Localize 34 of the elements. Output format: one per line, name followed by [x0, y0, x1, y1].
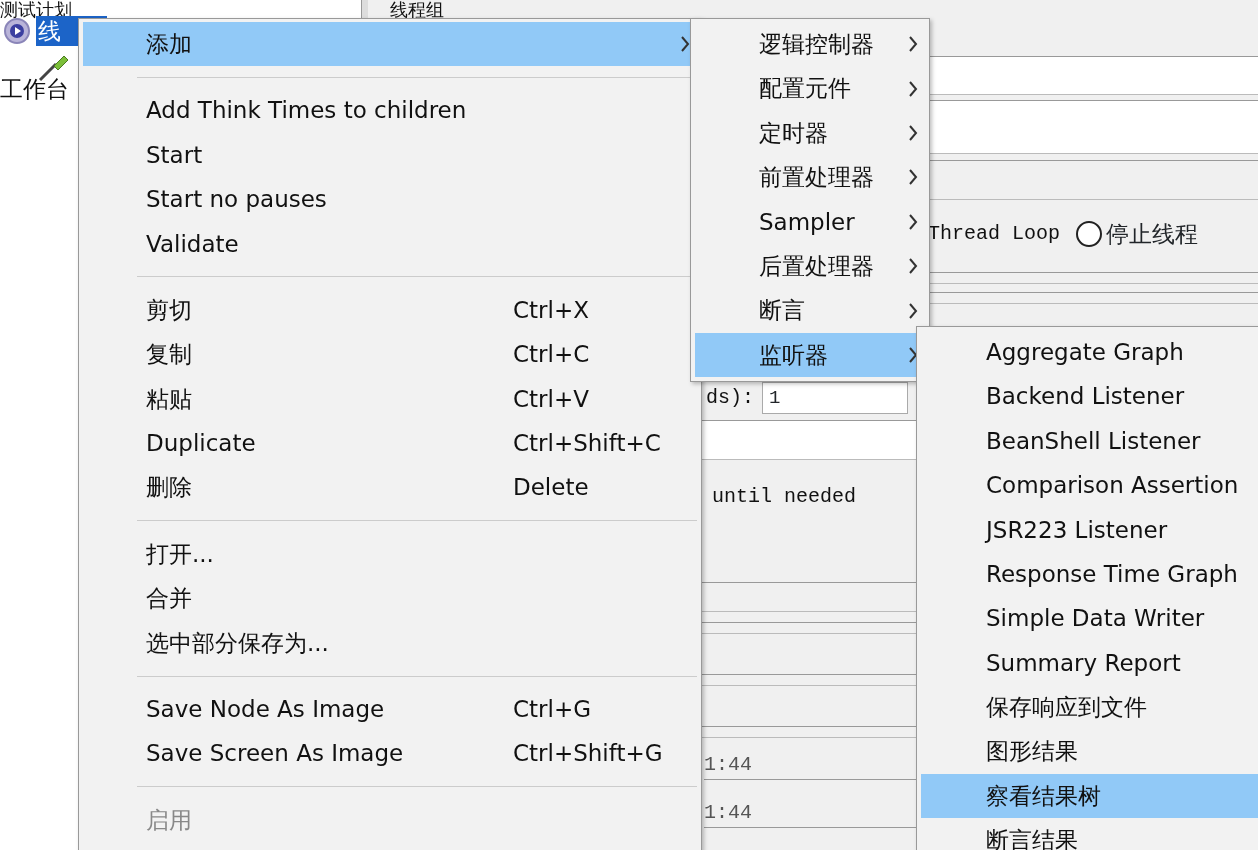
- menu-item[interactable]: JSR223 Listener: [921, 507, 1258, 552]
- threads-field[interactable]: 1: [762, 382, 908, 414]
- menu-item[interactable]: 图形结果: [921, 729, 1258, 774]
- menu-item[interactable]: 打开...: [83, 531, 697, 577]
- menu-item[interactable]: 断言: [695, 288, 925, 333]
- menu-item[interactable]: Save Node As Image Ctrl+G: [83, 687, 697, 732]
- menu-item[interactable]: 后置处理器: [695, 243, 925, 289]
- menu-item[interactable]: 逻辑控制器: [695, 22, 925, 67]
- threads-label: ds):: [706, 385, 754, 411]
- menu-item[interactable]: Simple Data Writer: [921, 596, 1258, 641]
- menu-item[interactable]: BeanShell Listener: [921, 418, 1258, 464]
- time-value: 1:44: [704, 801, 752, 824]
- menu-item[interactable]: Summary Report: [921, 640, 1258, 686]
- radio-button[interactable]: [1076, 221, 1103, 247]
- menu-item[interactable]: 选中部分保存为...: [83, 620, 697, 666]
- menu-item[interactable]: 察看结果树: [921, 773, 1258, 819]
- menu-item[interactable]: 定时器: [695, 110, 925, 156]
- loop-label: Thread Loop: [928, 221, 1061, 247]
- panel-title: 线程组: [390, 0, 445, 20]
- menu-item[interactable]: 配置元件: [695, 66, 925, 111]
- menu-item[interactable]: 前置处理器: [695, 155, 925, 200]
- menu-item[interactable]: 粘贴 Ctrl+V: [83, 376, 697, 422]
- menu-item[interactable]: 合并: [83, 576, 697, 621]
- menu-item[interactable]: Response Time Graph: [921, 551, 1258, 597]
- delay-note: until needed: [712, 485, 857, 508]
- menu-item[interactable]: Comparison Assertion: [921, 463, 1258, 508]
- tree-node[interactable]: 工作台: [0, 74, 69, 104]
- menu-item[interactable]: 删除 Delete: [83, 465, 697, 510]
- menu-item[interactable]: Save Screen As Image Ctrl+Shift+G: [83, 731, 697, 776]
- menu-item[interactable]: Sampler: [695, 199, 925, 244]
- menu-item[interactable]: Duplicate Ctrl+Shift+C: [83, 421, 697, 466]
- radio-label: 停止线程: [1106, 219, 1199, 249]
- time-value: 1:44: [704, 753, 752, 776]
- menu-item[interactable]: 保存响应到文件: [921, 685, 1258, 730]
